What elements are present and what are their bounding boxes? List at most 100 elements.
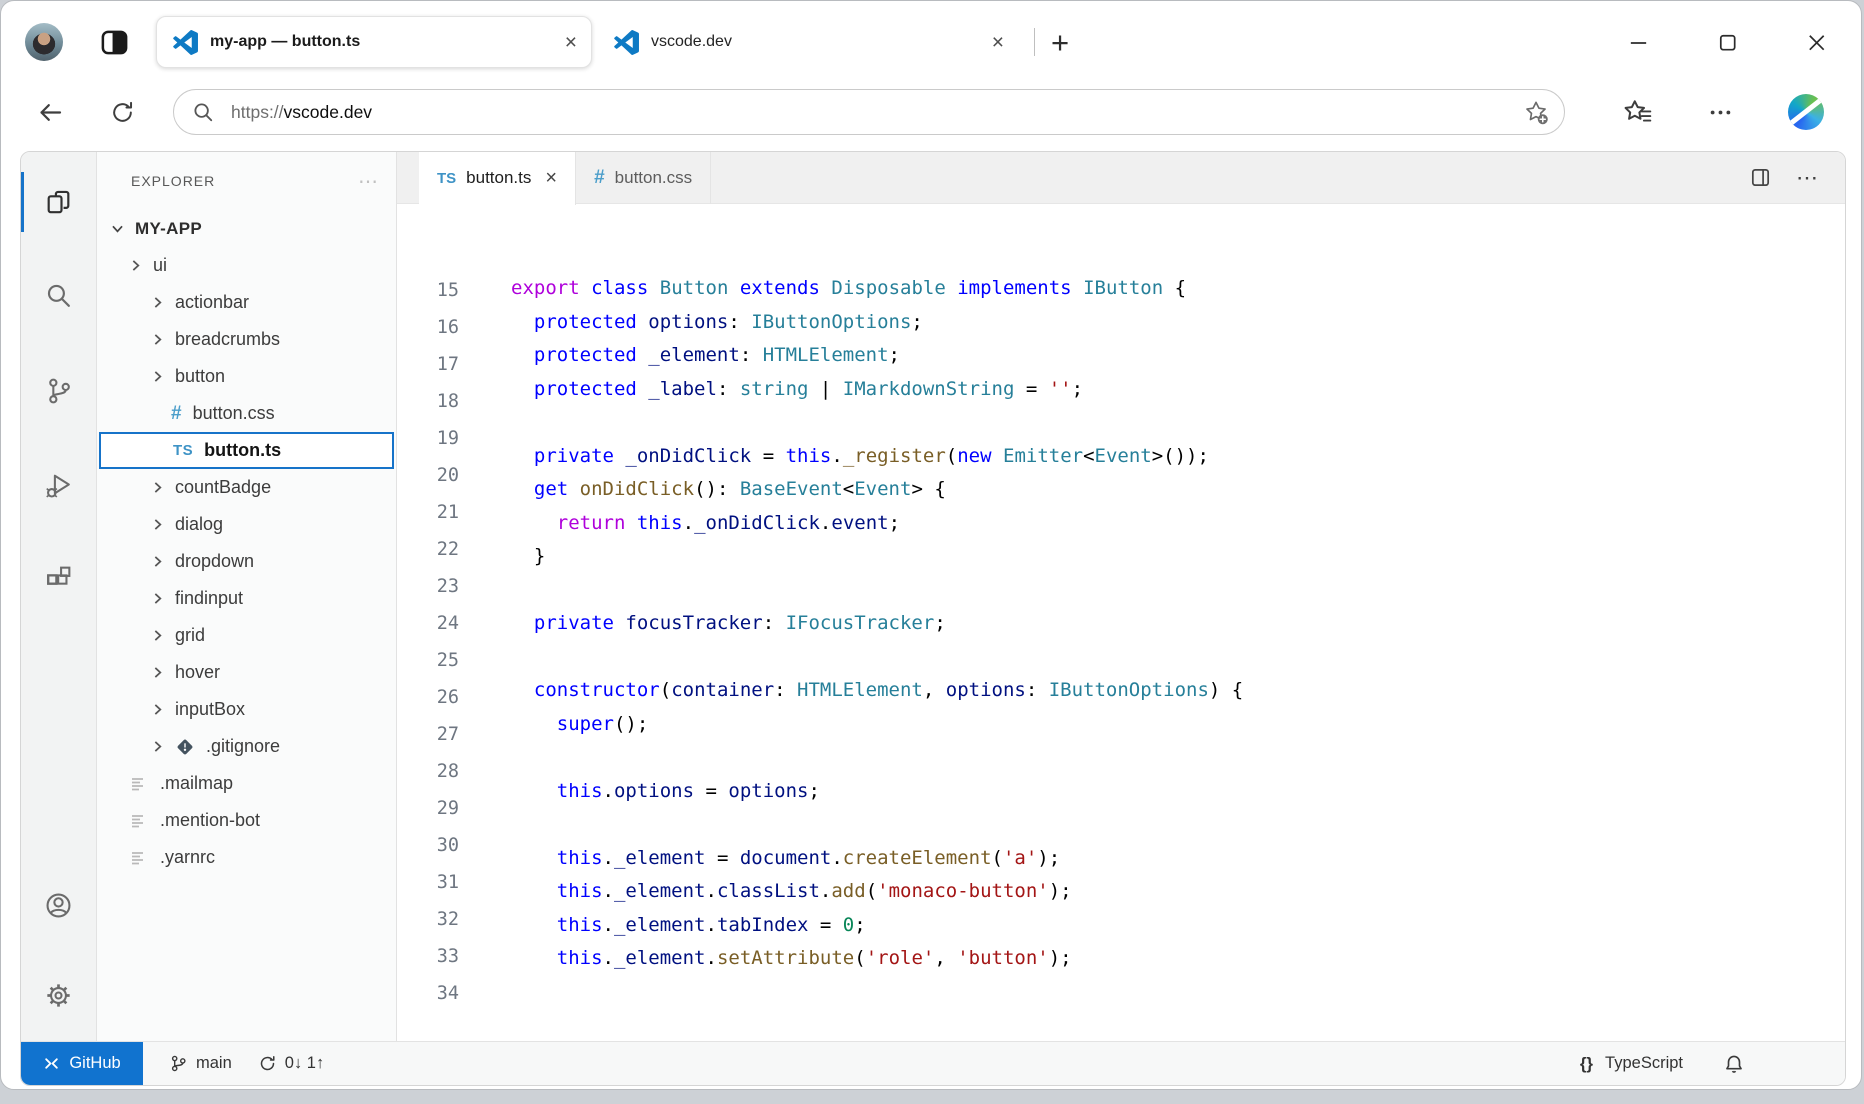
- tree-item-label: .mention-bot: [160, 810, 260, 831]
- line-number: 31: [397, 864, 459, 901]
- tree-item-label: .mailmap: [160, 773, 233, 794]
- editor-tab-actions: ⋯: [1749, 165, 1845, 191]
- branch-label: main: [196, 1054, 232, 1073]
- tab-separator: [1034, 28, 1035, 56]
- tree-item-my-app[interactable]: MY-APP: [97, 210, 396, 247]
- minimize-button[interactable]: [1627, 31, 1650, 54]
- new-tab-button[interactable]: +: [1051, 27, 1069, 58]
- line-number: 20: [397, 457, 459, 494]
- url-host: vscode.dev: [284, 102, 373, 122]
- account-button[interactable]: [35, 881, 83, 929]
- line-number: 33: [397, 938, 459, 975]
- explorer-header: EXPLORER ⋯: [97, 152, 396, 210]
- profile-avatar[interactable]: [25, 23, 63, 61]
- code-editor[interactable]: 1516171819202122232425262728293031323334…: [397, 204, 1845, 1041]
- sync-icon: [258, 1054, 277, 1073]
- browser-tab-inactive[interactable]: vscode.dev ×: [598, 16, 1018, 68]
- line-number: 19: [397, 420, 459, 457]
- tree-item-button.css[interactable]: #button.css: [97, 395, 396, 432]
- tree-item-hover[interactable]: hover: [97, 654, 396, 691]
- sync-indicator[interactable]: 0↓ 1↑: [258, 1054, 324, 1073]
- tree-item-yarnrc[interactable]: .yarnrc: [97, 839, 396, 876]
- browser-menu-icon[interactable]: [1707, 99, 1734, 126]
- chevron-right-icon: [151, 518, 164, 531]
- tree-item-button[interactable]: button: [97, 358, 396, 395]
- explorer-more-icon[interactable]: ⋯: [358, 169, 378, 194]
- status-bar: GitHub main 0↓ 1↑ {} TypeScript: [21, 1041, 1845, 1085]
- line-number: 30: [397, 827, 459, 864]
- sidebar-item-source-control[interactable]: [35, 366, 83, 414]
- settings-button[interactable]: [35, 971, 83, 1019]
- chevron-right-icon: [129, 259, 142, 272]
- browser-tab-active[interactable]: my-app — button.ts ×: [156, 16, 592, 68]
- vscode-logo-icon: [173, 30, 198, 55]
- status-bar-right: {} TypeScript: [1580, 1053, 1845, 1075]
- editor-more-actions-icon[interactable]: ⋯: [1796, 165, 1819, 191]
- tree-item-grid[interactable]: grid: [97, 617, 396, 654]
- css-file-icon: #: [171, 403, 182, 425]
- code-line: private _onDidClick = this._register(new…: [511, 440, 1845, 474]
- code-line: this._element = document.createElement('…: [511, 842, 1845, 876]
- tree-item-label: MY-APP: [135, 219, 202, 239]
- active-view-indicator: [21, 172, 25, 232]
- notifications-button[interactable]: [1723, 1053, 1745, 1075]
- browser-tab-title: my-app — button.ts: [210, 33, 553, 51]
- code-line: super();: [511, 708, 1845, 742]
- tree-item-gitignore[interactable]: .gitignore: [97, 728, 396, 765]
- editor-tab-label: button.ts: [466, 168, 531, 188]
- tab-groups-icon[interactable]: [99, 27, 130, 58]
- tree-item-mention-bot[interactable]: .mention-bot: [97, 802, 396, 839]
- config-file-icon: [129, 774, 149, 794]
- tree-item-mailmap[interactable]: .mailmap: [97, 765, 396, 802]
- refresh-button[interactable]: [110, 100, 135, 125]
- tree-item-dialog[interactable]: dialog: [97, 506, 396, 543]
- tree-item-findinput[interactable]: findinput: [97, 580, 396, 617]
- favorites-icon[interactable]: [1623, 97, 1653, 127]
- activity-bar-bottom: [35, 881, 83, 1019]
- tree-item-button.ts[interactable]: TSbutton.ts: [99, 432, 394, 469]
- sidebar-item-explorer[interactable]: [35, 178, 83, 226]
- tree-item-label: breadcrumbs: [175, 329, 280, 350]
- tree-item-breadcrumbs[interactable]: breadcrumbs: [97, 321, 396, 358]
- editor-tab-button-css[interactable]: # button.css: [576, 152, 711, 204]
- chevron-right-icon: [151, 370, 164, 383]
- sidebar-item-run-debug[interactable]: [35, 460, 83, 508]
- copilot-icon[interactable]: [1788, 94, 1824, 130]
- line-number: 17: [397, 346, 459, 383]
- editor-tab-button-ts[interactable]: TS button.ts ×: [419, 152, 576, 205]
- url-text[interactable]: https://vscode.dev: [231, 102, 372, 123]
- close-button[interactable]: [1805, 31, 1828, 54]
- code-line: [511, 406, 1845, 440]
- sidebar-item-extensions[interactable]: [35, 554, 83, 602]
- maximize-button[interactable]: [1716, 31, 1739, 54]
- tab-close-icon[interactable]: ×: [992, 32, 1004, 53]
- language-mode[interactable]: TypeScript: [1605, 1054, 1683, 1073]
- tree-item-ui[interactable]: ui: [97, 247, 396, 284]
- sidebar-item-search[interactable]: [35, 272, 83, 320]
- remote-label: GitHub: [69, 1054, 120, 1073]
- tree-item-inputbox[interactable]: inputBox: [97, 691, 396, 728]
- address-bar[interactable]: https://vscode.dev: [173, 89, 1565, 135]
- browser-tab-strip: my-app — button.ts × vscode.dev × +: [1, 1, 1861, 75]
- tree-item-actionbar[interactable]: actionbar: [97, 284, 396, 321]
- tree-item-dropdown[interactable]: dropdown: [97, 543, 396, 580]
- editor-tab-close-icon[interactable]: ×: [545, 167, 557, 190]
- code-line: private focusTracker: IFocusTracker;: [511, 607, 1845, 641]
- split-editor-icon[interactable]: [1749, 166, 1772, 189]
- chevron-right-icon: [151, 481, 164, 494]
- branch-icon: [169, 1054, 188, 1073]
- back-button[interactable]: [37, 99, 64, 126]
- code-line: this._element.setAttribute('role', 'butt…: [511, 942, 1845, 976]
- code-line: constructor(container: HTMLElement, opti…: [511, 674, 1845, 708]
- remote-indicator[interactable]: GitHub: [21, 1042, 143, 1085]
- search-icon: [192, 101, 214, 123]
- editor-area: TS button.ts × # button.css ⋯: [397, 152, 1845, 1041]
- line-number: 34: [397, 975, 459, 1012]
- config-file-icon: [129, 848, 149, 868]
- tree-item-countbadge[interactable]: countBadge: [97, 469, 396, 506]
- code-line: [511, 741, 1845, 775]
- tab-close-icon[interactable]: ×: [565, 32, 577, 53]
- add-favorite-icon[interactable]: [1523, 99, 1550, 126]
- branch-indicator[interactable]: main: [169, 1054, 232, 1073]
- tree-item-label: findinput: [175, 588, 243, 609]
